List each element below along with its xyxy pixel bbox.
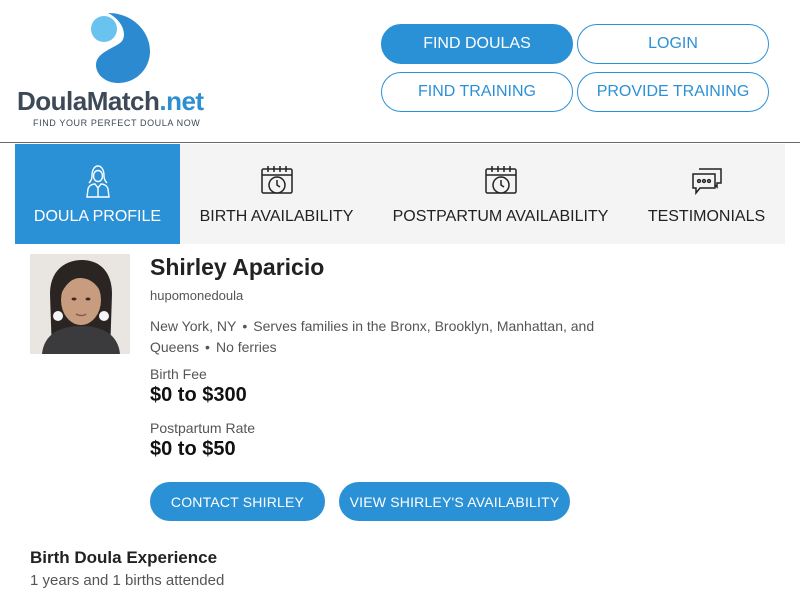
login-button[interactable]: LOGIN xyxy=(577,24,769,64)
tab-testimonials[interactable]: TESTIMONIALS xyxy=(628,144,785,244)
ferries-note: No ferries xyxy=(215,339,277,355)
doula-username: hupomonedoula xyxy=(150,288,244,303)
logo-brand: DoulaMatch xyxy=(17,86,160,116)
birth-fee-label: Birth Fee xyxy=(150,366,207,382)
bullet-separator: • xyxy=(242,318,248,334)
birth-fee-value: $0 to $300 xyxy=(150,384,247,406)
doula-profile-photo xyxy=(30,254,130,354)
logo-tagline: FIND YOUR PERFECT DOULA NOW xyxy=(33,118,201,128)
tab-birth-availability[interactable]: BIRTH AVAILABILITY xyxy=(180,144,373,244)
logo-wordmark: DoulaMatch.net xyxy=(17,86,204,117)
experience-title: Birth Doula Experience xyxy=(30,548,218,567)
tab-label: POSTPARTUM AVAILABILITY xyxy=(392,208,609,225)
tab-label: DOULA PROFILE xyxy=(33,208,162,225)
tab-postpartum-availability[interactable]: POSTPARTUM AVAILABILITY xyxy=(373,144,628,244)
find-doulas-button[interactable]: FIND DOULAS xyxy=(381,24,573,64)
view-availability-button[interactable]: VIEW SHIRLEY'S AVAILABILITY xyxy=(339,482,570,521)
profile-tabs: DOULA PROFILE BIRTH AVAILABILITY POSTPAR… xyxy=(15,144,785,244)
chat-bubbles-icon xyxy=(689,163,725,199)
contact-doula-button[interactable]: CONTACT SHIRLEY xyxy=(150,482,325,521)
location-city: New York, NY xyxy=(150,318,237,334)
tab-doula-profile[interactable]: DOULA PROFILE xyxy=(15,144,180,244)
logo-mark-icon xyxy=(91,13,150,83)
find-training-button[interactable]: FIND TRAINING xyxy=(381,72,573,112)
provide-training-button[interactable]: PROVIDE TRAINING xyxy=(577,72,769,112)
site-header: DoulaMatch.net FIND YOUR PERFECT DOULA N… xyxy=(0,0,800,143)
calendar-clock-icon xyxy=(483,163,519,199)
doula-person-icon xyxy=(80,163,116,199)
logo-tld: .net xyxy=(159,86,204,116)
postpartum-rate-value: $0 to $50 xyxy=(150,438,236,460)
doula-location: New York, NY • Serves families in the Bron… xyxy=(150,316,640,358)
tab-label: TESTIMONIALS xyxy=(647,208,766,225)
calendar-clock-icon xyxy=(259,163,295,199)
bullet-separator: • xyxy=(205,339,210,355)
doula-name: Shirley Aparicio xyxy=(150,254,325,280)
tab-label: BIRTH AVAILABILITY xyxy=(199,208,354,225)
doulamatch-logo[interactable]: DoulaMatch.net FIND YOUR PERFECT DOULA N… xyxy=(15,10,220,135)
experience-text: 1 years and 1 births attended xyxy=(30,572,225,589)
postpartum-rate-label: Postpartum Rate xyxy=(150,420,256,436)
